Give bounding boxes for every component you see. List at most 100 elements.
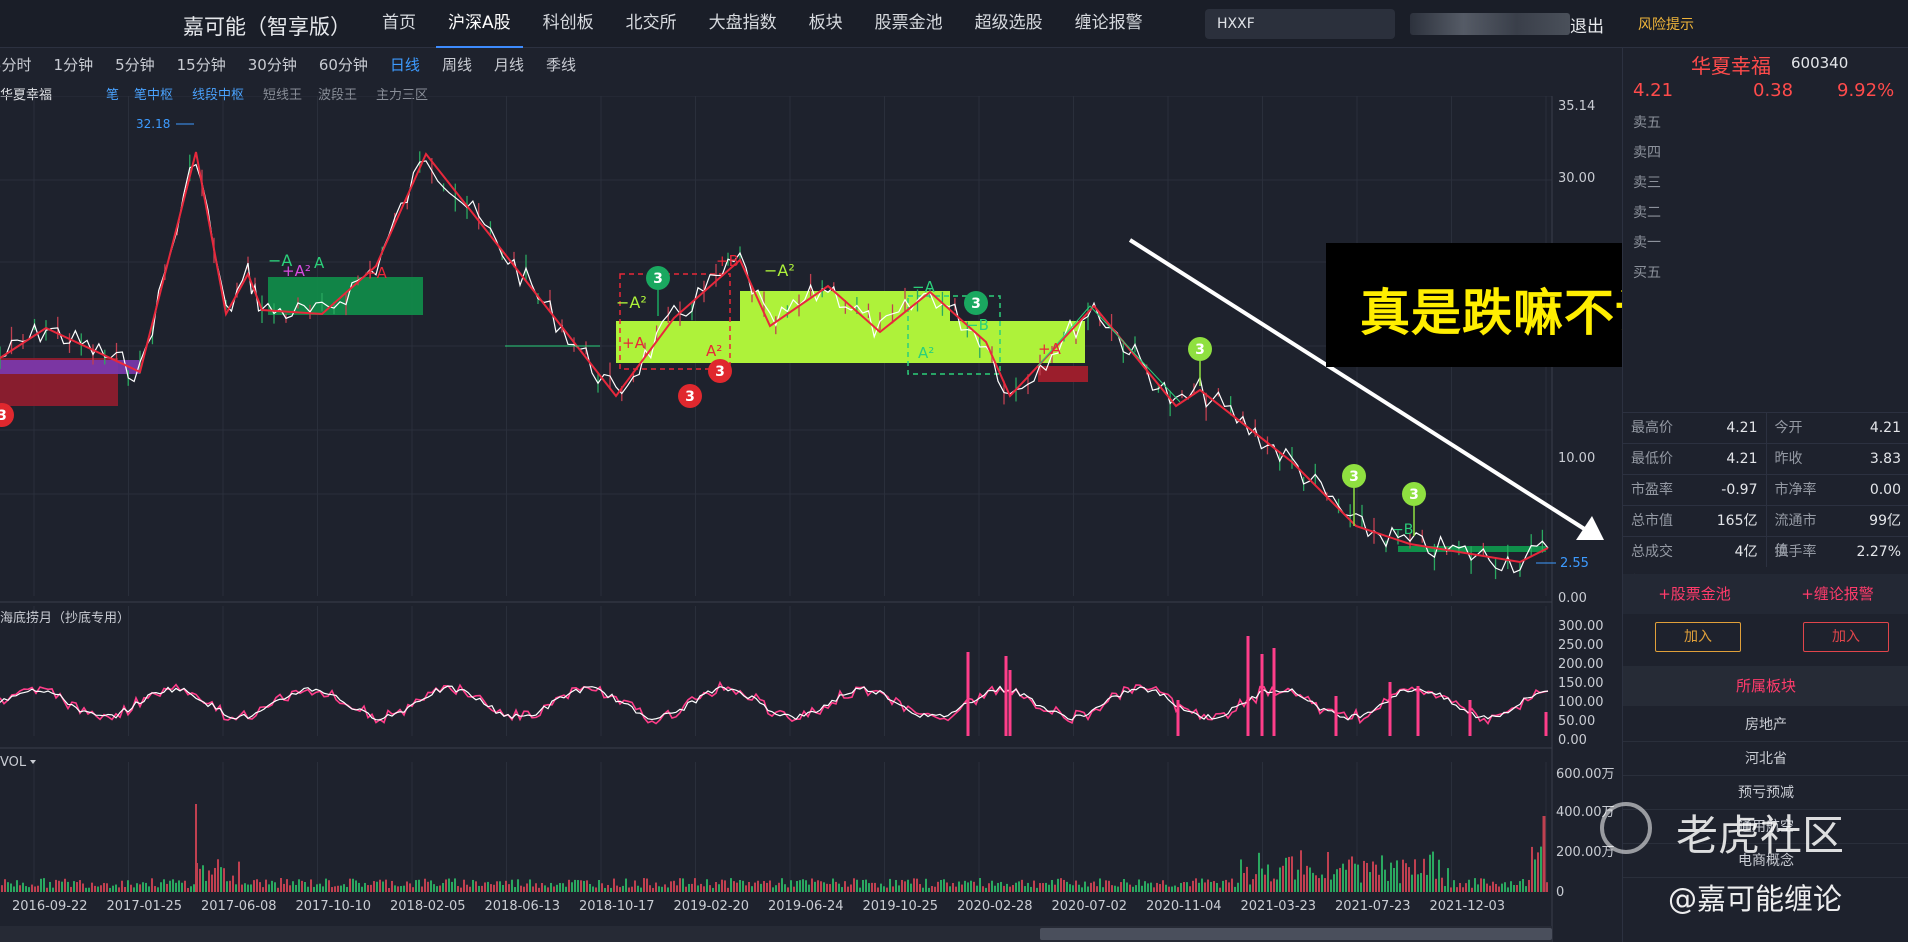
period-tab[interactable]: 15分钟 <box>177 54 226 75</box>
add-alarm-button[interactable]: 加入 <box>1803 622 1889 652</box>
nav-item[interactable]: 沪深A股 <box>436 0 523 48</box>
buy-point-label: 3 <box>1349 469 1359 485</box>
buy-point-label: 3 <box>653 271 663 287</box>
stat-value: 0.00 <box>1869 482 1901 498</box>
zhongshu-marker: +A <box>364 264 388 282</box>
time-scrollbar-thumb[interactable] <box>1040 928 1552 940</box>
main-nav: 首页 沪深A股 科创板 北交所 大盘指数 板块 股票金池 超级选股 缠论报警 <box>370 0 1163 48</box>
stat-value: 4.21 <box>1869 420 1901 436</box>
pool-alarm-row: +股票金池 +缠论报警 <box>1623 574 1908 614</box>
period-tab[interactable]: 月线 <box>494 54 524 75</box>
add-to-pool-label[interactable]: +股票金池 <box>1623 574 1766 614</box>
sector-item[interactable]: 房地产 <box>1623 708 1908 742</box>
sector-item[interactable]: 河北省 <box>1623 742 1908 776</box>
price-axis-label: 10.00 <box>1558 451 1595 466</box>
volume-title[interactable]: VOL <box>0 755 27 770</box>
period-toolbar: 5分时 1分钟 5分钟 15分钟 30分钟 60分钟 日线 周线 月线 季线 <box>0 48 1622 80</box>
stat-row: 最低价 4.21 昨收 3.83 <box>1623 443 1908 474</box>
date-axis-label: 2017-10-10 <box>296 899 372 914</box>
osc-axis-label: 300.00 <box>1558 619 1604 634</box>
zhongshu-marker: A <box>314 254 325 272</box>
price-axis-label: 30.00 <box>1558 171 1595 186</box>
vol-axis-label: 200.00万 <box>1556 845 1615 860</box>
stat-label: 市净率 <box>1774 482 1817 498</box>
buy-point-label: 3 <box>685 389 695 405</box>
date-axis-label: 2020-11-04 <box>1146 899 1222 914</box>
date-axis-label: 2020-07-02 <box>1052 899 1128 914</box>
stat-label: 昨收 <box>1774 451 1803 467</box>
stat-value: -0.97 <box>1694 475 1767 505</box>
zhongshu-marker: A² <box>918 344 934 362</box>
period-tab[interactable]: 季线 <box>546 54 576 75</box>
period-tab[interactable]: 1分钟 <box>54 54 94 75</box>
tiger-logo-icon <box>1600 802 1652 854</box>
nav-item[interactable]: 板块 <box>797 0 855 48</box>
osc-axis-label: 100.00 <box>1558 695 1604 710</box>
user-info-blurred <box>1410 13 1570 35</box>
date-axis-label: 2019-06-24 <box>768 899 844 914</box>
stock-price: 4.21 <box>1633 80 1674 101</box>
zhongshu-marker: −A² <box>616 293 647 312</box>
zhongshu-marker: +A <box>1038 340 1062 358</box>
stat-value: 4.21 <box>1694 444 1767 474</box>
top-nav-bar: 嘉可能（智享版） 首页 沪深A股 科创板 北交所 大盘指数 板块 股票金池 超级选股 缠论报警 … <box>0 0 1908 48</box>
buy-point-label: 3 <box>0 408 7 424</box>
osc-axis-label: 250.00 <box>1558 638 1604 653</box>
stat-label: 总市值 <box>1631 513 1673 529</box>
period-tab[interactable]: 60分钟 <box>319 54 368 75</box>
orderbook-row: 卖三 <box>1633 175 1661 191</box>
nav-item[interactable]: 首页 <box>370 0 428 48</box>
stat-label: 今开 <box>1774 420 1803 436</box>
stat-label: 最低价 <box>1631 451 1673 467</box>
stat-label: 流通市值 <box>1774 513 1817 559</box>
logout-button[interactable]: 退出 <box>1570 12 1604 37</box>
date-axis-label: 2018-10-17 <box>579 899 655 914</box>
period-tab[interactable]: 30分钟 <box>248 54 297 75</box>
stat-value: 3.83 <box>1869 451 1901 467</box>
stat-value: 4.21 <box>1694 413 1767 443</box>
period-tab[interactable]: 5分钟 <box>115 54 155 75</box>
date-axis-label: 2016-09-22 <box>12 899 88 914</box>
stat-label: 市盈率 <box>1631 482 1673 498</box>
osc-axis-label: 50.00 <box>1558 714 1595 729</box>
stat-value: 165亿 <box>1694 506 1767 536</box>
add-to-alarm-label[interactable]: +缠论报警 <box>1766 574 1908 614</box>
orderbook-row: 卖五 <box>1633 115 1661 131</box>
nav-item[interactable]: 大盘指数 <box>697 0 789 48</box>
buy-point-label: 3 <box>715 364 725 380</box>
order-book: 卖五 卖四 卖三 卖二 卖一 买五 <box>1623 108 1908 288</box>
osc-axis-label: 200.00 <box>1558 657 1604 672</box>
zhongshu-marker: A² <box>706 342 722 360</box>
orderbook-row: 卖二 <box>1633 205 1661 221</box>
zhongshu-marker: −A <box>912 278 936 296</box>
period-tab[interactable]: 5分时 <box>0 54 32 75</box>
date-axis-label: 2021-03-23 <box>1241 899 1317 914</box>
stat-row: 市盈率 -0.97 市净率 0.00 <box>1623 474 1908 505</box>
price-line <box>0 160 1549 574</box>
osc-axis-label: 150.00 <box>1558 676 1604 691</box>
zhongshu-box-green <box>1398 546 1546 552</box>
nav-item[interactable]: 股票金池 <box>863 0 955 48</box>
period-tab[interactable]: 日线 <box>390 54 420 75</box>
stock-header: 华夏幸福 600340 <box>1623 48 1908 80</box>
date-axis-label: 2021-12-03 <box>1430 899 1506 914</box>
stock-quote: 4.21 0.38 9.92% <box>1623 80 1908 108</box>
nav-item[interactable]: 北交所 <box>614 0 689 48</box>
kline-chart[interactable]: 35.14 30.00 10.00 0.00 32.18 2.55 3 3 3 3 3 3 3 3 −A +A… <box>0 96 1622 942</box>
zhongshu-marker: +B <box>716 252 739 270</box>
zhongshu-box-red <box>1038 366 1088 382</box>
nav-item[interactable]: 超级选股 <box>963 0 1055 48</box>
stat-row: 最高价 4.21 今开 4.21 <box>1623 412 1908 443</box>
date-axis-label: 2018-06-13 <box>485 899 561 914</box>
nav-item[interactable]: 缠论报警 <box>1063 0 1155 48</box>
stat-label: 最高价 <box>1631 420 1673 436</box>
stock-search-input[interactable] <box>1205 9 1395 39</box>
nav-item[interactable]: 科创板 <box>531 0 606 48</box>
risk-notice-link[interactable]: 风险提示 <box>1638 14 1694 34</box>
date-axis-label: 2018-02-05 <box>390 899 466 914</box>
price-axis-label: 0.00 <box>1558 591 1587 606</box>
add-pool-button[interactable]: 加入 <box>1655 622 1741 652</box>
period-tab[interactable]: 周线 <box>442 54 472 75</box>
watermark-site: 老虎社区 <box>1676 811 1845 860</box>
date-axis-label: 2021-07-23 <box>1335 899 1411 914</box>
